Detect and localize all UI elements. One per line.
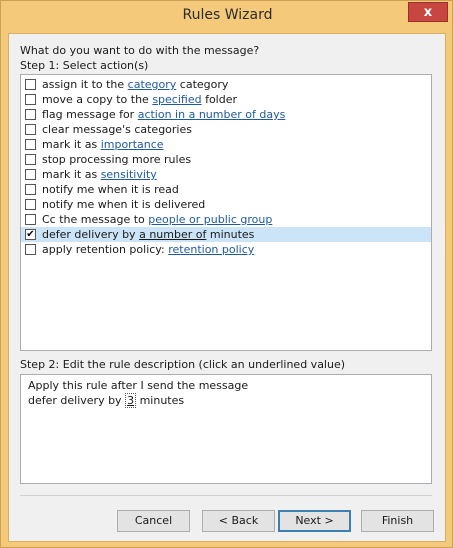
separator: [20, 495, 432, 496]
action-text: notify me when it is read: [42, 183, 179, 196]
action-list[interactable]: assign it to the category category move a…: [20, 74, 432, 351]
back-button[interactable]: < Back: [202, 510, 275, 532]
action-checkbox[interactable]: [25, 124, 36, 135]
step2-label: Step 2: Edit the rule description (click…: [20, 358, 346, 371]
title-bar[interactable]: Rules Wizard x: [1, 1, 453, 33]
action-checkbox[interactable]: ✔: [25, 229, 36, 240]
action-value-link[interactable]: a number of: [139, 228, 206, 241]
action-checkbox[interactable]: [25, 154, 36, 165]
rules-wizard-window: Rules Wizard x What do you want to do wi…: [0, 0, 453, 548]
description-line-1: Apply this rule after I send the message: [28, 379, 249, 392]
action-text: clear message's categories: [42, 123, 192, 136]
action-text: mark it as: [42, 168, 101, 181]
action-value-link[interactable]: importance: [101, 138, 164, 151]
step1-label: Step 1: Select action(s): [20, 59, 149, 72]
action-checkbox[interactable]: [25, 109, 36, 120]
action-value-link[interactable]: specified: [152, 93, 201, 106]
action-row[interactable]: clear message's categories: [21, 122, 431, 137]
action-value-link[interactable]: retention policy: [168, 243, 254, 256]
action-value-link[interactable]: people or public group: [148, 213, 272, 226]
action-text-suffix: minutes: [206, 228, 255, 241]
action-value-link[interactable]: category: [128, 78, 177, 91]
action-text: move a copy to the: [42, 93, 153, 106]
action-row[interactable]: mark it as sensitivity: [21, 167, 431, 182]
question-label: What do you want to do with the message?: [20, 44, 260, 57]
action-checkbox[interactable]: [25, 244, 36, 255]
action-text-suffix: category: [176, 78, 229, 91]
dialog-body: What do you want to do with the message?…: [8, 33, 446, 542]
description-line-2-prefix: defer delivery by: [28, 394, 126, 407]
action-text: assign it to the: [42, 78, 128, 91]
action-text: stop processing more rules: [42, 153, 192, 166]
action-text: Cc the message to: [42, 213, 149, 226]
action-row[interactable]: Cc the message to people or public group: [21, 212, 431, 227]
action-text-suffix: folder: [201, 93, 238, 106]
description-line-2-suffix: minutes: [136, 394, 185, 407]
finish-button[interactable]: Finish: [361, 510, 434, 532]
close-button[interactable]: x: [408, 2, 448, 22]
action-row[interactable]: notify me when it is read: [21, 182, 431, 197]
action-row[interactable]: notify me when it is delivered: [21, 197, 431, 212]
action-row[interactable]: stop processing more rules: [21, 152, 431, 167]
cancel-button[interactable]: Cancel: [117, 510, 190, 532]
action-checkbox[interactable]: [25, 94, 36, 105]
action-checkbox[interactable]: [25, 79, 36, 90]
action-text: mark it as: [42, 138, 101, 151]
action-checkbox[interactable]: [25, 169, 36, 180]
action-value-link[interactable]: action in a number of days: [138, 108, 286, 121]
action-text: defer delivery by: [42, 228, 140, 241]
action-row[interactable]: mark it as importance: [21, 137, 431, 152]
action-text: flag message for: [42, 108, 138, 121]
action-checkbox[interactable]: [25, 184, 36, 195]
rule-description-box: Apply this rule after I send the message…: [20, 374, 432, 484]
action-row[interactable]: assign it to the category category: [21, 77, 431, 92]
next-button[interactable]: Next >: [278, 510, 351, 532]
action-checkbox[interactable]: [25, 214, 36, 225]
description-line-2: defer delivery by 3 minutes: [28, 393, 424, 408]
action-text: apply retention policy:: [42, 243, 169, 256]
action-checkbox[interactable]: [25, 139, 36, 150]
action-row[interactable]: move a copy to the specified folder: [21, 92, 431, 107]
minutes-value-link[interactable]: 3: [125, 393, 137, 408]
window-title: Rules Wizard: [182, 7, 273, 23]
action-row[interactable]: apply retention policy: retention policy: [21, 242, 431, 257]
action-text: notify me when it is delivered: [42, 198, 206, 211]
action-row[interactable]: ✔ defer delivery by a number of minutes: [21, 227, 431, 242]
action-value-link[interactable]: sensitivity: [101, 168, 157, 181]
action-checkbox[interactable]: [25, 199, 36, 210]
action-row[interactable]: flag message for action in a number of d…: [21, 107, 431, 122]
